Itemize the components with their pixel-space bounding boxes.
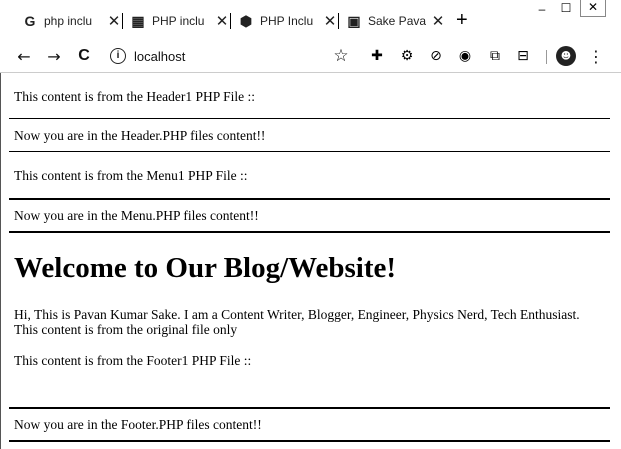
maximize-button[interactable]: ☐: [554, 1, 578, 15]
tab-title: PHP inclu: [152, 14, 205, 28]
menu-text: Now you are in the Menu.PHP files conten…: [14, 208, 259, 223]
tab-php-include-1[interactable]: G php inclu ✕: [22, 6, 122, 36]
divider: [9, 231, 610, 233]
tab-divider: [338, 13, 339, 29]
tab-divider: [230, 13, 231, 29]
footer1-text: This content is from the Footer1 PHP Fil…: [14, 353, 252, 368]
close-window-button[interactable]: ✕: [580, 0, 606, 17]
google-icon: G: [24, 13, 36, 29]
site-icon: ▦: [131, 12, 145, 29]
page-title: Welcome to Our Blog/Website!: [14, 252, 397, 284]
close-tab-icon[interactable]: ✕: [430, 12, 446, 30]
intro-paragraph: Hi, This is Pavan Kumar Sake. I am a Con…: [14, 307, 580, 337]
close-tab-icon[interactable]: ✕: [214, 12, 230, 30]
tab-sake-pavan[interactable]: ▣ Sake Pava ✕: [346, 6, 446, 36]
back-button[interactable]: ←: [14, 46, 34, 66]
address-bar[interactable]: i localhost: [110, 46, 185, 66]
tab-divider: [122, 13, 123, 29]
extension-2-icon[interactable]: ⚙: [398, 47, 416, 65]
tab-title: Sake Pava: [368, 14, 426, 28]
menu1-text: This content is from the Menu1 PHP File …: [14, 168, 248, 183]
menu-kebab-icon[interactable]: ⋮: [586, 46, 606, 66]
extension-4-icon[interactable]: ◉: [456, 47, 474, 65]
header-text: Now you are in the Header.PHP files cont…: [14, 128, 266, 143]
divider: [9, 407, 610, 409]
browser-toolbar: ← → C i localhost ☆ ✚ ⚙ ⊘ ◉ ⧉ ⊟ ☻ ⋮: [0, 40, 621, 73]
extension-3-icon[interactable]: ⊘: [427, 47, 445, 65]
address-text: localhost: [134, 48, 186, 64]
divider: [9, 118, 610, 119]
hexagon-icon: ⬢: [239, 12, 253, 29]
extension-6-icon[interactable]: ⊟: [514, 47, 532, 65]
reload-button[interactable]: C: [74, 46, 94, 66]
tab-strip: G php inclu ✕ ▦ PHP inclu ✕ ⬢ PHP Inclu …: [0, 0, 621, 40]
extension-5-icon[interactable]: ⧉: [486, 47, 504, 65]
tab-php-include-2[interactable]: ▦ PHP inclu ✕: [130, 6, 230, 36]
profile-avatar[interactable]: ☻: [556, 46, 576, 66]
info-icon[interactable]: i: [110, 48, 126, 64]
header1-text: This content is from the Header1 PHP Fil…: [14, 89, 255, 104]
extension-1-icon[interactable]: ✚: [368, 47, 386, 65]
close-tab-icon[interactable]: ✕: [322, 12, 338, 30]
tab-title: PHP Inclu: [260, 14, 314, 28]
footer-text: Now you are in the Footer.PHP files cont…: [14, 417, 262, 432]
divider: [9, 440, 610, 442]
forward-button[interactable]: →: [44, 46, 64, 66]
divider: [9, 198, 610, 200]
new-tab-button[interactable]: +: [456, 10, 468, 30]
page-viewport: This content is from the Header1 PHP Fil…: [0, 73, 621, 449]
close-tab-icon[interactable]: ✕: [106, 12, 122, 30]
toolbar-divider: [546, 50, 547, 64]
page-icon: ▣: [347, 12, 361, 29]
divider: [9, 151, 610, 152]
tab-php-include-3[interactable]: ⬢ PHP Inclu ✕: [238, 6, 338, 36]
tab-title: php inclu: [44, 14, 93, 28]
minimize-button[interactable]: –: [530, 2, 554, 16]
bookmark-star-icon[interactable]: ☆: [332, 46, 350, 66]
